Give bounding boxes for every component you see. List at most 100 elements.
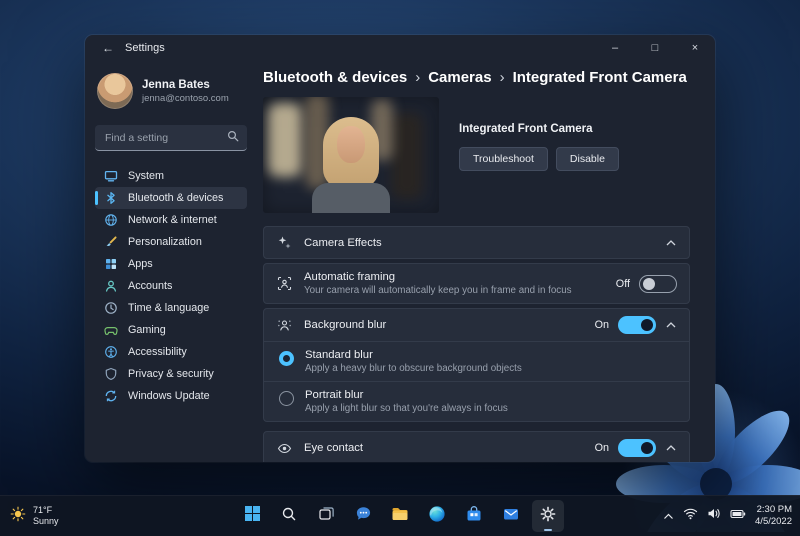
option-label: Standard blur (305, 349, 522, 361)
automatic-framing-toggle[interactable] (639, 275, 677, 293)
sidebar-item-label: Accessibility (128, 346, 187, 358)
option-label: Portrait blur (305, 389, 508, 401)
troubleshoot-button[interactable]: Troubleshoot (459, 147, 548, 171)
maximize-button[interactable]: □ (635, 35, 675, 61)
sidebar-item-network-internet[interactable]: Network & internet (95, 209, 247, 231)
close-button[interactable]: × (675, 35, 715, 61)
edge-button[interactable] (421, 500, 453, 532)
breadcrumb-separator: › (415, 69, 420, 86)
user-email: jenna@contoso.com (142, 93, 229, 104)
sidebar-item-gaming[interactable]: Gaming (95, 319, 247, 341)
setting-title: Eye contact (304, 442, 363, 454)
settings-taskbar-button[interactable] (532, 500, 564, 532)
sidebar-item-apps[interactable]: Apps (95, 253, 247, 275)
user-profile[interactable]: Jenna Bates jenna@contoso.com (95, 69, 247, 113)
radio-unselected-icon[interactable] (279, 391, 294, 406)
chat-icon (355, 505, 372, 527)
close-icon: × (692, 42, 698, 54)
automatic-framing-icon (276, 275, 293, 292)
minimize-button[interactable]: – (595, 35, 635, 61)
sidebar-item-label: Personalization (128, 236, 202, 248)
maximize-icon: □ (652, 42, 659, 54)
setting-description: Your camera will automatically keep you … (304, 285, 572, 296)
task-view-button[interactable] (310, 500, 342, 532)
camera-name: Integrated Front Camera (459, 123, 619, 135)
breadcrumb: Bluetooth & devices › Cameras › Integrat… (263, 69, 690, 86)
sidebar-item-system[interactable]: System (95, 165, 247, 187)
sidebar-item-label: Windows Update (128, 390, 210, 402)
background-blur-toggle[interactable] (618, 316, 656, 334)
privacy-icon (103, 367, 118, 381)
weather-widget[interactable]: 71°F Sunny (10, 505, 59, 528)
breadcrumb-item-bluetooth-devices[interactable]: Bluetooth & devices (263, 69, 407, 86)
toggle-knob (641, 442, 653, 454)
option-description: Apply a heavy blur to obscure background… (305, 363, 522, 374)
taskbar: 71°F Sunny (0, 495, 800, 536)
volume-icon[interactable] (707, 507, 721, 525)
toggle-state-label: On (595, 442, 609, 454)
preview-person-torso (312, 183, 390, 213)
windows-update-icon (103, 389, 118, 403)
taskbar-search[interactable] (273, 500, 305, 532)
accounts-icon (103, 279, 118, 293)
chevron-up-icon (665, 240, 677, 246)
preview-background-light (268, 103, 302, 177)
search-input[interactable] (103, 131, 227, 145)
user-name: Jenna Bates (142, 79, 229, 91)
window-controls: – □ × (595, 35, 715, 61)
main-content: Bluetooth & devices › Cameras › Integrat… (255, 61, 715, 462)
gear-icon (539, 505, 557, 528)
tray-date: 4/5/2022 (755, 516, 792, 528)
toggle-state-label: Off (616, 278, 630, 290)
sidebar-item-windows-update[interactable]: Windows Update (95, 385, 247, 407)
background-blur-icon (276, 317, 293, 334)
background-blur-group: Background blur On Standard blur (263, 308, 690, 422)
standard-blur-option[interactable]: Standard blur Apply a heavy blur to obsc… (264, 341, 689, 381)
breadcrumb-separator: › (500, 69, 505, 86)
breadcrumb-item-cameras[interactable]: Cameras (428, 69, 491, 86)
chevron-up-icon[interactable] (663, 507, 674, 525)
battery-icon[interactable] (730, 507, 746, 525)
background-blur-expander[interactable]: Background blur On (264, 309, 689, 341)
sidebar-item-time-language[interactable]: Time & language (95, 297, 247, 319)
search-icon (281, 506, 297, 527)
page-title: Integrated Front Camera (513, 69, 687, 86)
store-button[interactable] (458, 500, 490, 532)
window-title: Settings (125, 42, 165, 54)
accessibility-icon (103, 345, 118, 359)
wifi-icon[interactable] (683, 507, 698, 525)
edge-icon (428, 505, 446, 528)
sidebar-item-privacy-security[interactable]: Privacy & security (95, 363, 247, 385)
system-tray: 2:30 PM 4/5/2022 (663, 504, 792, 529)
time-language-icon (103, 301, 118, 315)
start-button[interactable] (236, 500, 268, 532)
personalization-icon (103, 235, 118, 249)
settings-window: ← Settings – □ × Jenna Bates jenna@conto… (85, 35, 715, 462)
file-explorer-button[interactable] (384, 500, 416, 532)
bluetooth-icon (103, 191, 118, 205)
chat-button[interactable] (347, 500, 379, 532)
automatic-framing-row: Automatic framing Your camera will autom… (263, 263, 690, 304)
eye-contact-group: Eye contact On Standard Make eye (263, 431, 690, 462)
clock-widget[interactable]: 2:30 PM 4/5/2022 (755, 504, 792, 529)
eye-contact-expander[interactable]: Eye contact On (264, 432, 689, 462)
sidebar-nav: System Bluetooth & devices Network & int… (95, 165, 247, 407)
windows-start-icon (244, 505, 261, 527)
sidebar-item-bluetooth-devices[interactable]: Bluetooth & devices (95, 187, 247, 209)
section-title: Camera Effects (304, 237, 382, 249)
sidebar-item-personalization[interactable]: Personalization (95, 231, 247, 253)
task-view-icon (318, 505, 335, 527)
sidebar-item-accounts[interactable]: Accounts (95, 275, 247, 297)
setting-title: Background blur (304, 319, 386, 331)
camera-effects-icon (276, 234, 293, 251)
disable-button[interactable]: Disable (556, 147, 619, 171)
desktop: ← Settings – □ × Jenna Bates jenna@conto… (0, 0, 800, 536)
mail-button[interactable] (495, 500, 527, 532)
radio-selected-icon[interactable] (279, 351, 294, 366)
sidebar-item-label: System (128, 170, 164, 182)
portrait-blur-option[interactable]: Portrait blur Apply a light blur so that… (264, 381, 689, 421)
camera-effects-expander[interactable]: Camera Effects (263, 226, 690, 259)
sidebar-item-accessibility[interactable]: Accessibility (95, 341, 247, 363)
back-button[interactable]: ← (95, 35, 121, 61)
eye-contact-toggle[interactable] (618, 439, 656, 457)
